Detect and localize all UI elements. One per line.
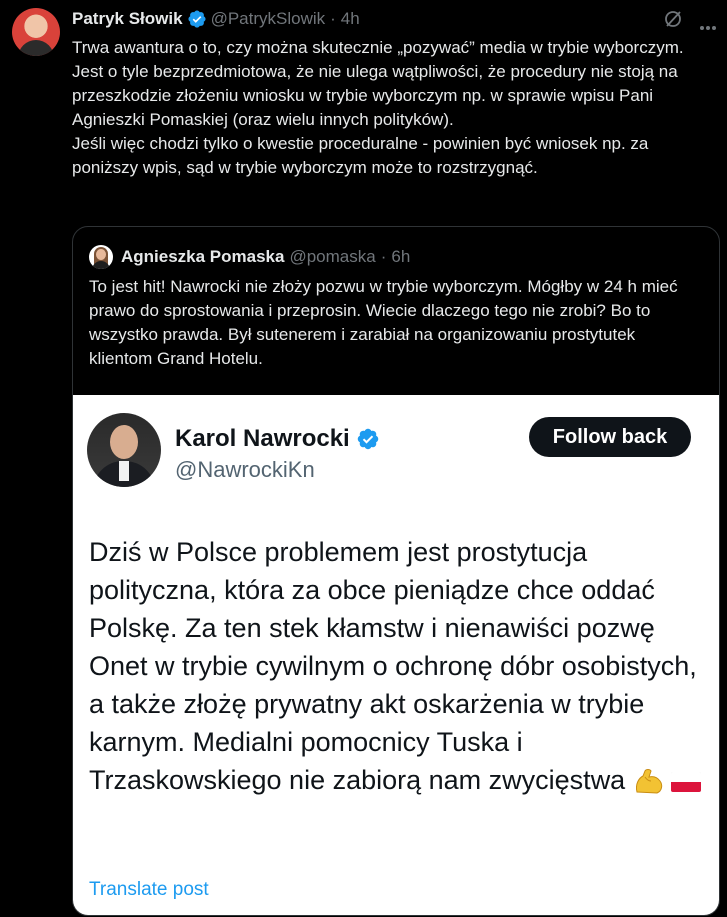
author-handle[interactable]: @PatrykSlowik bbox=[211, 9, 326, 29]
quoted-avatar bbox=[89, 245, 113, 269]
quoted-tweet[interactable]: Agnieszka Pomaska @pomaska · 6h To jest … bbox=[72, 226, 720, 916]
tweet-text: Trwa awantura o to, czy można skutecznie… bbox=[72, 38, 684, 177]
embedded-author-name-row: Karol Nawrocki bbox=[175, 425, 384, 453]
quoted-text: To jest hit! Nawrocki nie złoży pozwu w … bbox=[89, 277, 678, 368]
tweet[interactable]: Patryk Słowik @PatrykSlowik · 4h Trwa aw… bbox=[0, 0, 727, 917]
quoted-author-name: Agnieszka Pomaska bbox=[121, 247, 285, 266]
quoted-header: Agnieszka Pomaska @pomaska · 6h bbox=[89, 245, 410, 269]
flag-poland-icon bbox=[671, 771, 702, 792]
tweet-header: Patryk Słowik @PatrykSlowik · 4h bbox=[72, 8, 360, 30]
embedded-author-name: Karol Nawrocki bbox=[175, 425, 350, 452]
separator-dot: · bbox=[330, 9, 336, 28]
embedded-post-screenshot: Karol Nawrocki @NawrockiKn Follow back D… bbox=[73, 395, 719, 915]
author-avatar[interactable] bbox=[12, 8, 60, 56]
translate-post-link: Translate post bbox=[89, 879, 209, 900]
author-name[interactable]: Patryk Słowik bbox=[72, 9, 183, 29]
tweet-time[interactable]: 4h bbox=[341, 9, 360, 29]
verified-badge-icon bbox=[188, 10, 206, 28]
verified-badge-icon bbox=[357, 428, 378, 450]
embedded-avatar bbox=[87, 413, 161, 487]
more-icon[interactable] bbox=[700, 17, 720, 30]
embedded-text: Dziś w Polsce problemem jest prostytucja… bbox=[89, 537, 697, 795]
quoted-time: 6h bbox=[391, 247, 411, 266]
emoji-row bbox=[633, 768, 702, 796]
grok-icon[interactable] bbox=[663, 9, 683, 29]
separator-dot: · bbox=[380, 247, 387, 266]
embedded-post-text: Dziś w Polsce problemem jest prostytucja… bbox=[89, 533, 709, 799]
follow-back-button: Follow back bbox=[529, 417, 691, 457]
quoted-author-handle: @pomaska bbox=[289, 247, 376, 266]
flexed-biceps-icon bbox=[636, 768, 663, 794]
embedded-author-handle: @NawrockiKn bbox=[175, 457, 315, 482]
